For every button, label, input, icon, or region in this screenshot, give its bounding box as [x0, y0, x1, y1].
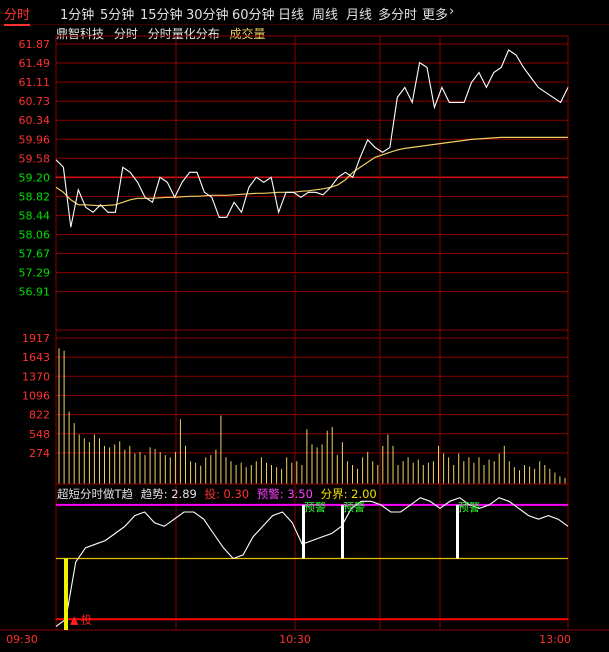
price-tick-label: 61.11 [19, 76, 51, 89]
warn-label: 预警: [256, 487, 284, 501]
trend-label: 趋势: [140, 487, 168, 501]
buy-signal-bar [64, 558, 68, 630]
volume-tick-label: 1917 [22, 332, 50, 345]
price-tick-label: 60.34 [19, 114, 51, 127]
time-tick-label: 13:00 [539, 633, 571, 646]
price-tick-label: 60.73 [19, 95, 51, 108]
price-tick-label: 59.96 [19, 133, 51, 146]
bound-value: 2.00 [351, 487, 377, 501]
bound-label: 分界: [320, 487, 348, 501]
price-tick-label: 59.20 [19, 171, 51, 184]
price-tick-label: 56.91 [19, 286, 51, 299]
volume-tick-label: 822 [29, 409, 50, 422]
buy-signal-label: 投 [81, 612, 92, 626]
price-tick-label: 59.58 [19, 152, 51, 165]
buy-signal-icon: ▲ [70, 613, 79, 626]
volume-tick-label: 1370 [22, 370, 50, 383]
buy-label: 投: [204, 487, 220, 501]
trend-value: 2.89 [171, 487, 197, 501]
warn-value: 3.50 [287, 487, 313, 501]
buy-value: 0.30 [223, 487, 250, 501]
intraday-chart[interactable]: 61.87 61.49 61.11 60.73 60.34 59.96 59.58 59.20… [0, 0, 609, 652]
volume-tick-label: 1096 [22, 389, 50, 402]
price-tick-label: 58.44 [19, 209, 51, 222]
price-tick-label: 61.49 [19, 57, 51, 70]
volume-tick-label: 274 [29, 447, 50, 460]
time-tick-label: 10:30 [279, 633, 311, 646]
indicator-title: 超短分时做T趋 [57, 487, 134, 501]
volume-tick-label: 548 [29, 428, 50, 441]
price-tick-label: 58.82 [19, 190, 51, 203]
price-tick-label: 57.67 [19, 248, 51, 261]
price-tick-label: 61.87 [19, 38, 51, 51]
trend-line [55, 497, 569, 627]
price-tick-label: 57.29 [19, 267, 51, 280]
time-tick-label: 09:30 [6, 633, 38, 646]
volume-tick-label: 1643 [22, 351, 50, 364]
price-tick-label: 58.06 [19, 229, 51, 242]
avg-price-line [55, 136, 568, 207]
warn-signal-label: 预警 [458, 500, 480, 514]
indicator-header: 超短分时做T趋 趋势: 2.89 投: 0.30 预警: 3.50 分界: 2.… [57, 486, 381, 502]
